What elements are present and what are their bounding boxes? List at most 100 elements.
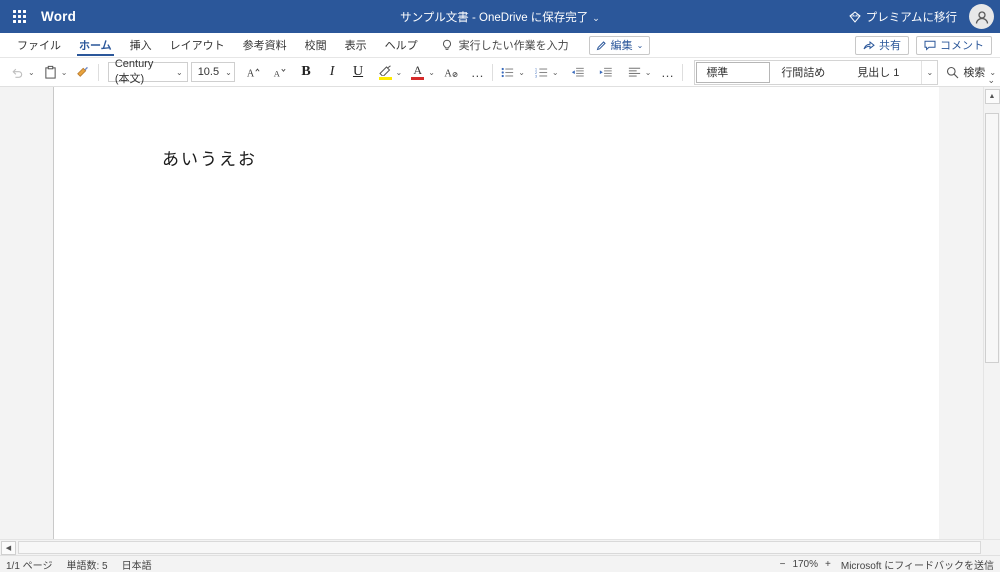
comment-button[interactable]: コメント xyxy=(916,35,992,55)
tab-review[interactable]: 校閲 xyxy=(296,33,336,58)
vertical-scrollbar[interactable]: ▲ xyxy=(983,87,1000,539)
collapse-ribbon-chevron-icon[interactable]: ⌄ xyxy=(987,75,995,86)
page-count[interactable]: 1/1 ページ xyxy=(6,557,52,572)
highlight-color-button[interactable] xyxy=(376,61,395,84)
horizontal-scrollbar-thumb[interactable] xyxy=(18,541,981,554)
bold-button[interactable]: B xyxy=(297,61,316,84)
styles-more-chevron-icon[interactable]: ⌄ xyxy=(921,60,937,84)
tab-layout[interactable]: レイアウト xyxy=(161,33,234,58)
user-icon xyxy=(975,10,988,24)
align-dropdown-chevron-icon[interactable]: ⌄ xyxy=(645,68,652,77)
zoom-control: − 170% + xyxy=(780,559,831,570)
format-painter-button[interactable] xyxy=(73,61,93,84)
status-bar: 1/1 ページ 単語数: 5 日本語 − 170% + Microsoft にフ… xyxy=(0,555,1000,572)
document-canvas: あいうえお ▲ xyxy=(0,87,1000,539)
increase-indent-button[interactable] xyxy=(596,61,616,84)
zoom-in-button[interactable]: + xyxy=(825,559,831,570)
comment-label: コメント xyxy=(940,40,984,52)
bullets-dropdown-chevron-icon[interactable]: ⌄ xyxy=(518,68,525,77)
upgrade-premium-button[interactable]: プレミアムに移行 xyxy=(849,9,957,25)
ribbon-tab-bar-right: 共有 コメント xyxy=(855,35,1000,55)
editing-mode-label: 編集 xyxy=(610,40,633,52)
tell-me-search[interactable]: 実行したい作業を入力 xyxy=(441,37,569,53)
send-feedback-link[interactable]: Microsoft にフィードバックを送信 xyxy=(841,557,994,572)
document-body-text[interactable]: あいうえお xyxy=(162,145,257,170)
tab-home[interactable]: ホーム xyxy=(70,33,121,58)
pencil-icon xyxy=(596,40,607,51)
paste-icon xyxy=(45,65,56,79)
scroll-left-arrow-icon[interactable]: ◀ xyxy=(1,540,16,555)
style-normal[interactable]: 標準 xyxy=(696,61,771,83)
toolbar-separator xyxy=(492,63,494,81)
app-name[interactable]: Word xyxy=(41,9,76,24)
shrink-font-icon: A xyxy=(274,68,286,78)
font-name-combobox[interactable]: Century (本文) ⌄ xyxy=(107,58,188,85)
tab-file[interactable]: ファイル xyxy=(8,33,70,58)
canvas-left-margin xyxy=(0,87,53,539)
shrink-font-button[interactable]: A xyxy=(269,61,289,84)
format-painter-icon xyxy=(77,66,89,77)
highlighter-icon xyxy=(378,64,391,76)
paste-dropdown-chevron-icon[interactable]: ⌄ xyxy=(61,68,68,77)
numbering-dropdown-chevron-icon[interactable]: ⌄ xyxy=(552,68,559,77)
tab-help[interactable]: ヘルプ xyxy=(376,33,427,58)
font-color-button[interactable]: A xyxy=(408,61,427,84)
vertical-scrollbar-thumb[interactable] xyxy=(985,113,999,363)
chevron-down-icon[interactable]: ⌄ xyxy=(592,13,600,23)
document-page[interactable]: あいうえお xyxy=(54,87,939,539)
diamond-icon xyxy=(849,10,861,23)
tab-view[interactable]: 表示 xyxy=(336,33,376,58)
app-launcher-icon[interactable] xyxy=(6,4,32,30)
underline-button[interactable]: U xyxy=(349,61,368,84)
clear-formatting-button[interactable]: A xyxy=(441,61,461,84)
zoom-level-label[interactable]: 170% xyxy=(792,559,818,570)
bullets-button[interactable] xyxy=(498,61,517,84)
word-online-window: Word サンプル文書 - OneDrive に保存完了⌄ プレミアムに移行 xyxy=(0,0,1000,572)
grow-font-button[interactable]: A xyxy=(243,61,263,84)
style-heading-1[interactable]: 見出し 1 xyxy=(835,61,921,84)
decrease-indent-icon xyxy=(571,67,584,76)
more-paragraph-options-button[interactable]: … xyxy=(658,61,677,84)
styles-gallery: 標準 行間詰め 見出し 1 ⌄ xyxy=(694,59,939,85)
share-label: 共有 xyxy=(879,40,901,52)
undo-dropdown-chevron-icon[interactable]: ⌄ xyxy=(28,68,35,77)
language-indicator[interactable]: 日本語 xyxy=(122,557,152,572)
decrease-indent-button[interactable] xyxy=(568,61,588,84)
font-size-combobox[interactable]: 10.5 ⌄ xyxy=(190,62,235,82)
align-left-icon xyxy=(628,67,640,77)
svg-text:A: A xyxy=(444,68,452,79)
paste-button[interactable] xyxy=(41,61,60,84)
comment-icon xyxy=(924,40,936,51)
undo-button[interactable] xyxy=(8,61,27,84)
lightbulb-icon xyxy=(441,39,453,52)
avatar[interactable] xyxy=(969,4,994,29)
font-color-dropdown-chevron-icon[interactable]: ⌄ xyxy=(428,68,435,77)
numbering-button[interactable]: 1 2 3 xyxy=(532,61,551,84)
canvas-right-margin: ▲ xyxy=(939,87,1000,539)
document-title[interactable]: サンプル文書 - OneDrive に保存完了 ⌄ xyxy=(400,9,600,25)
scroll-up-arrow-icon[interactable]: ▲ xyxy=(984,89,1000,104)
align-button[interactable] xyxy=(625,61,644,84)
highlight-dropdown-chevron-icon[interactable]: ⌄ xyxy=(396,68,403,77)
more-font-options-button[interactable]: … xyxy=(468,61,487,84)
horizontal-scrollbar[interactable]: ◀ xyxy=(0,539,1000,555)
title-bar-right: プレミアムに移行 xyxy=(849,4,994,29)
zoom-out-button[interactable]: − xyxy=(780,559,786,570)
bullet-list-icon xyxy=(501,67,514,77)
chevron-down-icon: ⌄ xyxy=(636,40,644,50)
svg-text:A: A xyxy=(247,68,255,79)
toolbar-separator xyxy=(97,63,99,81)
word-count[interactable]: 単語数: 5 xyxy=(66,557,107,572)
tab-insert[interactable]: 挿入 xyxy=(121,33,161,58)
tab-references[interactable]: 参考資料 xyxy=(234,33,296,58)
chevron-down-icon: ⌄ xyxy=(175,67,183,77)
scrollbar-corner xyxy=(983,540,1000,555)
share-button[interactable]: 共有 xyxy=(855,35,909,55)
share-icon xyxy=(863,40,875,51)
clear-formatting-icon: A xyxy=(444,68,458,79)
style-no-spacing[interactable]: 行間詰め xyxy=(771,61,835,84)
tell-me-placeholder: 実行したい作業を入力 xyxy=(458,40,569,52)
ribbon-tab-bar: ファイル ホーム 挿入 レイアウト 参考資料 校閲 表示 ヘルプ 実行したい作業… xyxy=(0,33,1000,58)
italic-button[interactable]: I xyxy=(323,61,342,84)
editing-mode-button[interactable]: 編集 ⌄ xyxy=(588,35,651,55)
